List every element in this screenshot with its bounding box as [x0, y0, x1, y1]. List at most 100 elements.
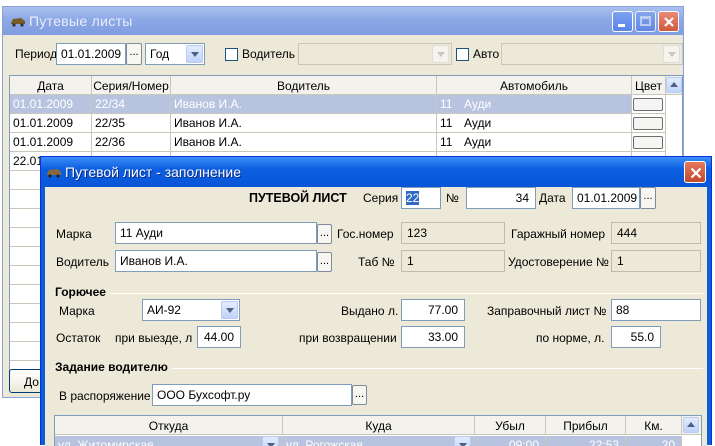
- color-button[interactable]: [633, 98, 663, 111]
- dispose-picker-button[interactable]: ...: [352, 385, 367, 405]
- cell-color: [632, 114, 666, 133]
- number-field[interactable]: 34: [466, 187, 536, 209]
- issued-label: Выдано л.: [341, 304, 399, 318]
- route-header-to[interactable]: Куда: [283, 416, 475, 435]
- doc-title: ПУТЕВОЙ ЛИСТ: [249, 191, 347, 205]
- fuel-section-divider: [53, 293, 703, 294]
- driver-label: Водитель: [56, 255, 110, 269]
- grid-scrollbar-top: [666, 76, 682, 95]
- table-row[interactable]: 01.01.2009 22/34 Иванов И.А. 11 Ауди: [10, 95, 666, 114]
- period-date-field[interactable]: 01.01.2009: [56, 43, 126, 65]
- cell-driver: Иванов И.А.: [171, 95, 437, 114]
- date-picker-button[interactable]: ...: [640, 187, 656, 209]
- norm-value-field[interactable]: 55.0: [611, 326, 661, 348]
- auto-filter-checkbox[interactable]: [456, 48, 469, 61]
- route-header-from[interactable]: Откуда: [55, 416, 283, 435]
- vehicle-brand-picker-button[interactable]: ...: [317, 224, 332, 244]
- number-label: №: [446, 191, 459, 205]
- route-header-km[interactable]: Км.: [626, 416, 682, 435]
- column-header-driver[interactable]: Водитель: [171, 76, 437, 95]
- column-header-series[interactable]: Серия/Номер: [92, 76, 171, 95]
- table-row[interactable]: 01.01.2009 22/35 Иванов И.А. 11 Ауди: [10, 114, 666, 133]
- chevron-down-icon[interactable]: [221, 301, 238, 319]
- cell-driver: Иванов И.А.: [171, 114, 437, 133]
- chevron-down-icon[interactable]: [186, 45, 203, 63]
- cell-vehicle-name: Ауди: [464, 135, 492, 149]
- maximize-icon: [640, 16, 651, 26]
- cell-vehicle: 11 Ауди: [437, 133, 632, 152]
- maximize-button[interactable]: [635, 11, 656, 32]
- minimize-icon: [618, 24, 625, 27]
- cell-date: 01.01.2009: [10, 114, 92, 133]
- window-title: Путевые листы: [29, 13, 133, 29]
- period-unit-select[interactable]: Год: [145, 43, 205, 65]
- dispose-field[interactable]: ООО Бухсофт.ру: [152, 384, 352, 406]
- chevron-down-icon: [663, 45, 680, 63]
- cell-vehicle-name: Ауди: [464, 116, 492, 130]
- auto-filter-select[interactable]: [501, 43, 683, 65]
- vehicle-brand-field[interactable]: 11 Ауди: [115, 222, 317, 244]
- route-header-left[interactable]: Убыл: [475, 416, 546, 435]
- fuel-brand-select[interactable]: АИ-92: [142, 299, 240, 321]
- norm-label: по норме, л.: [536, 331, 605, 345]
- task-section-title: Задание водителю: [55, 360, 172, 374]
- color-button[interactable]: [633, 117, 663, 130]
- refuel-sheet-field[interactable]: 88: [611, 299, 701, 321]
- driver-filter-label: Водитель: [242, 47, 296, 61]
- fuel-section-title: Горючее: [55, 285, 110, 299]
- cell-series: 22/34: [92, 95, 171, 114]
- license-value: 1: [611, 250, 701, 272]
- garage-number-label: Гаражный номер: [511, 227, 606, 241]
- column-header-vehicle[interactable]: Автомобиль: [437, 76, 632, 95]
- date-label: Дата: [539, 191, 566, 205]
- waybills-titlebar: Путевые листы: [3, 7, 683, 35]
- cell-driver: Иванов И.А.: [171, 133, 437, 152]
- table-row[interactable]: 01.01.2009 22/36 Иванов И.А. 11 Ауди: [10, 133, 666, 152]
- return-remain-field[interactable]: 33.00: [401, 326, 465, 348]
- series-label: Серия: [363, 191, 399, 205]
- close-icon: [664, 17, 674, 27]
- close-icon: [690, 167, 702, 179]
- depart-remain-field[interactable]: 44.00: [197, 326, 241, 348]
- color-button[interactable]: [633, 136, 663, 149]
- dispose-label: В распоряжение: [59, 389, 151, 403]
- gos-number-label: Гос.номер: [337, 227, 394, 241]
- driver-picker-button[interactable]: ...: [317, 252, 332, 272]
- cell-color: [632, 95, 666, 114]
- cell-color: [632, 133, 666, 152]
- dialog-close-button[interactable]: [684, 161, 706, 183]
- route-scrollbar-top: [682, 416, 701, 435]
- tab-number-value: 1: [401, 250, 505, 272]
- date-field[interactable]: 01.01.2009: [572, 187, 640, 209]
- route-header-arrived[interactable]: Прибыл: [546, 416, 626, 435]
- issued-field[interactable]: 77.00: [401, 299, 465, 321]
- driver-field[interactable]: Иванов И.А.: [115, 250, 317, 272]
- series-field[interactable]: 22: [401, 187, 441, 209]
- cell-date: 01.01.2009: [10, 133, 92, 152]
- dialog-titlebar: Путевой лист - заполнение: [41, 157, 711, 187]
- scroll-up-icon[interactable]: [683, 417, 699, 433]
- cell-vehicle-name: Ауди: [464, 97, 492, 111]
- tab-number-label: Таб №: [358, 255, 395, 269]
- fuel-brand-value: АИ-92: [147, 303, 181, 317]
- waybill-edit-dialog: Путевой лист - заполнение ПУТЕВОЙ ЛИСТ С…: [40, 156, 712, 446]
- driver-filter-checkbox[interactable]: [225, 48, 238, 61]
- cell-vehicle: 11 Ауди: [437, 95, 632, 114]
- scroll-up-icon[interactable]: [666, 77, 682, 93]
- column-header-date[interactable]: Дата: [10, 76, 92, 95]
- period-date-picker-button[interactable]: ...: [126, 43, 142, 65]
- column-header-color[interactable]: Цвет: [632, 76, 666, 95]
- dialog-title: Путевой лист - заполнение: [65, 164, 242, 180]
- cell-series: 22/35: [92, 114, 171, 133]
- minimize-button[interactable]: [612, 11, 633, 32]
- series-value: 22: [406, 191, 420, 205]
- vehicle-brand-label: Марка: [56, 227, 92, 241]
- gos-number-value: 123: [401, 222, 505, 244]
- fuel-brand-label: Марка: [59, 304, 95, 318]
- close-button[interactable]: [658, 11, 679, 32]
- remain-label: Остаток: [56, 331, 101, 345]
- period-unit-value: Год: [150, 47, 170, 61]
- cell-vehicle-no: 11: [440, 135, 453, 149]
- depart-label: при выезде, л: [115, 331, 193, 345]
- driver-filter-select[interactable]: [298, 43, 452, 65]
